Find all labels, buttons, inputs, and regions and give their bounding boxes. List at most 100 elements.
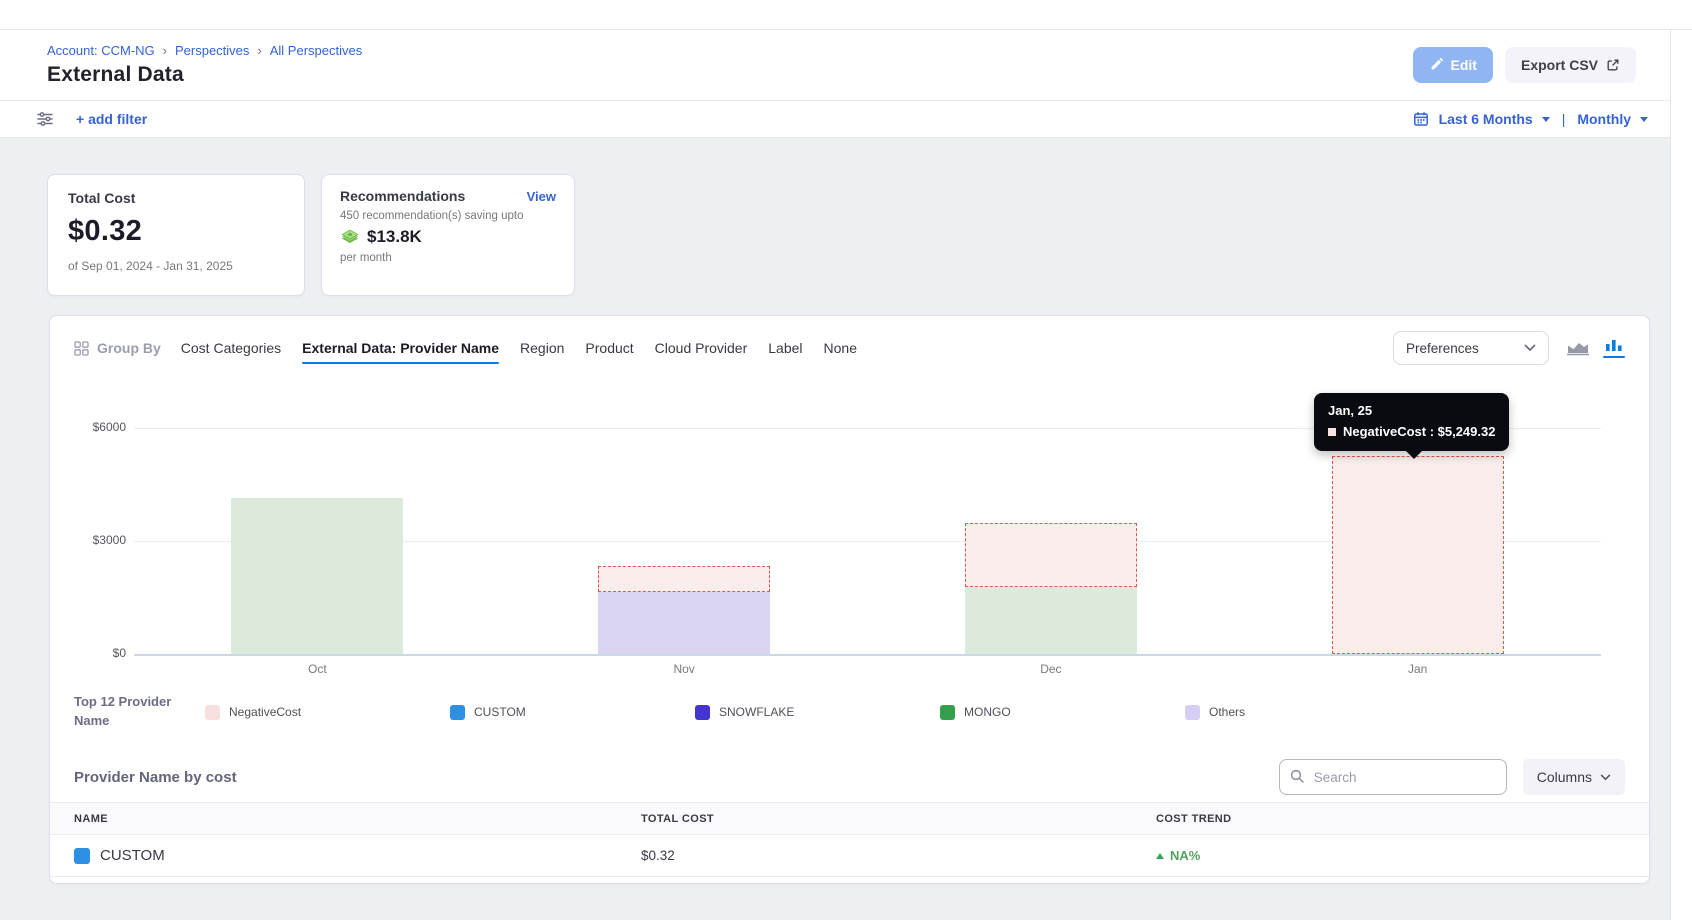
cost-trend-cell: NA% xyxy=(1156,848,1625,863)
tab-label[interactable]: Label xyxy=(768,334,802,362)
table-title: Provider Name by cost xyxy=(74,769,237,786)
legend-item-snowflake[interactable]: SNOWFLAKE xyxy=(695,705,940,720)
legend-swatch xyxy=(1185,705,1200,720)
bar-chart-icon xyxy=(1604,338,1624,354)
header-actions: Edit Export CSV xyxy=(1413,47,1636,83)
breadcrumb-item[interactable]: Perspectives xyxy=(175,43,249,58)
legend-label: MONGO xyxy=(964,705,1011,719)
tab-product[interactable]: Product xyxy=(585,334,633,362)
legend-item-custom[interactable]: CUSTOM xyxy=(450,705,695,720)
provider-name: CUSTOM xyxy=(100,847,165,864)
breadcrumb-item[interactable]: Account: CCM-NG xyxy=(47,43,155,58)
total-cost-value: $0.32 xyxy=(68,215,284,248)
recommendations-amount: $13.8K xyxy=(367,227,422,247)
bar-oct[interactable] xyxy=(231,498,403,654)
content-area: Total Cost $0.32 of Sep 01, 2024 - Jan 3… xyxy=(0,138,1692,920)
edit-button[interactable]: Edit xyxy=(1413,47,1493,83)
pencil-icon xyxy=(1429,58,1443,72)
breadcrumb-separator: › xyxy=(163,43,167,58)
search-box xyxy=(1279,759,1507,795)
column-header-total-cost[interactable]: TOTAL COST xyxy=(641,813,1156,825)
bar-nov[interactable] xyxy=(598,566,770,654)
total-cost-label: Total Cost xyxy=(68,190,284,206)
provider-swatch xyxy=(74,848,90,864)
legend-swatch xyxy=(450,705,465,720)
legend-item-others[interactable]: Others xyxy=(1185,705,1430,720)
add-filter-button[interactable]: + add filter xyxy=(76,111,147,127)
trend-value: NA% xyxy=(1170,848,1200,863)
view-link[interactable]: View xyxy=(527,189,556,204)
search-input[interactable] xyxy=(1279,759,1507,795)
tab-external-data-provider-name[interactable]: External Data: Provider Name xyxy=(302,334,499,362)
export-csv-button[interactable]: Export CSV xyxy=(1505,47,1636,83)
y-axis-tick: $3000 xyxy=(74,533,126,547)
tooltip-arrow xyxy=(1406,451,1422,459)
x-axis-label: Nov xyxy=(501,662,868,676)
search-icon xyxy=(1289,768,1305,784)
top-strip xyxy=(0,0,1692,30)
tab-cloud-provider[interactable]: Cloud Provider xyxy=(655,334,748,362)
area-chart-icon xyxy=(1567,340,1589,356)
columns-button[interactable]: Columns xyxy=(1523,759,1625,795)
preferences-dropdown[interactable]: Preferences xyxy=(1393,331,1549,365)
scrollbar-gutter[interactable] xyxy=(1670,30,1692,920)
y-axis-tick: $0 xyxy=(74,646,126,660)
bar-dec[interactable] xyxy=(965,523,1137,654)
page-title: External Data xyxy=(47,63,362,87)
date-range-dropdown[interactable]: Last 6 Months xyxy=(1439,111,1550,127)
granularity-dropdown[interactable]: Monthly xyxy=(1577,111,1648,127)
bar-slot xyxy=(501,380,868,654)
page-header: Account: CCM-NG›Perspectives›All Perspec… xyxy=(0,30,1692,100)
chevron-down-icon xyxy=(1524,344,1536,352)
legend-item-negativecost[interactable]: NegativeCost xyxy=(205,705,450,720)
external-link-icon xyxy=(1606,58,1620,72)
area-chart-toggle[interactable] xyxy=(1567,340,1589,356)
legend-item-mongo[interactable]: MONGO xyxy=(940,705,1185,720)
bar-segment-negativecost[interactable] xyxy=(598,566,770,592)
legend-swatch xyxy=(695,705,710,720)
header-left: Account: CCM-NG›Perspectives›All Perspec… xyxy=(47,43,362,87)
recommendations-card: Recommendations View 450 recommendation(… xyxy=(321,174,575,296)
table-row[interactable]: CUSTOM $0.32 NA% xyxy=(50,835,1649,877)
bar-segment-mongo[interactable] xyxy=(965,587,1137,654)
x-axis-label: Jan xyxy=(1234,662,1601,676)
total-cost-card: Total Cost $0.32 of Sep 01, 2024 - Jan 3… xyxy=(47,174,305,296)
legend-items: NegativeCost CUSTOM SNOWFLAKE MONGO Others xyxy=(205,705,1430,720)
money-icon xyxy=(340,228,360,246)
breadcrumb-item[interactable]: All Perspectives xyxy=(270,43,362,58)
column-header-name[interactable]: NAME xyxy=(74,813,641,825)
divider: | xyxy=(1562,111,1566,127)
tooltip-title: Jan, 25 xyxy=(1328,403,1495,418)
legend-label: Others xyxy=(1209,705,1245,719)
chart-legend: Top 12 Provider Name NegativeCostCUSTOMS… xyxy=(74,690,1625,734)
bar-segment-negativecost[interactable] xyxy=(965,523,1137,587)
bar-segment-snowflake[interactable] xyxy=(598,592,770,654)
recommendations-label: Recommendations xyxy=(340,188,465,204)
breadcrumb: Account: CCM-NG›Perspectives›All Perspec… xyxy=(47,43,362,58)
chevron-down-icon xyxy=(1600,774,1611,781)
total-cost-period: of Sep 01, 2024 - Jan 31, 2025 xyxy=(68,259,284,273)
bar-jan[interactable] xyxy=(1332,456,1504,654)
tab-none[interactable]: None xyxy=(824,334,857,362)
group-by-tabs: Cost Categories External Data: Provider N… xyxy=(181,334,857,362)
group-by-row: Group By Cost Categories External Data: P… xyxy=(74,316,1625,380)
bar-slot xyxy=(868,380,1235,654)
bar-segment-mongo[interactable] xyxy=(231,498,403,654)
filter-settings-icon[interactable] xyxy=(36,110,54,128)
recommendations-line2: per month xyxy=(340,252,556,264)
chart-tooltip: Jan, 25 NegativeCost : $5,249.32 xyxy=(1314,393,1509,451)
total-cost-cell: $0.32 xyxy=(641,848,1156,863)
bar-chart-toggle[interactable] xyxy=(1603,338,1625,359)
x-axis-label: Dec xyxy=(868,662,1235,676)
column-header-cost-trend[interactable]: COST TREND xyxy=(1156,813,1625,825)
bar-segment-negativecost[interactable] xyxy=(1332,456,1504,654)
tab-region[interactable]: Region xyxy=(520,334,564,362)
legend-label: NegativeCost xyxy=(229,705,301,719)
legend-swatch xyxy=(205,705,220,720)
chevron-down-icon xyxy=(1640,117,1648,122)
legend-label: CUSTOM xyxy=(474,705,526,719)
tab-cost-categories[interactable]: Cost Categories xyxy=(181,334,281,362)
group-by-label-wrap: Group By xyxy=(74,340,161,356)
calendar-icon xyxy=(1413,111,1429,127)
table-title-row: Provider Name by cost Columns xyxy=(74,752,1625,802)
